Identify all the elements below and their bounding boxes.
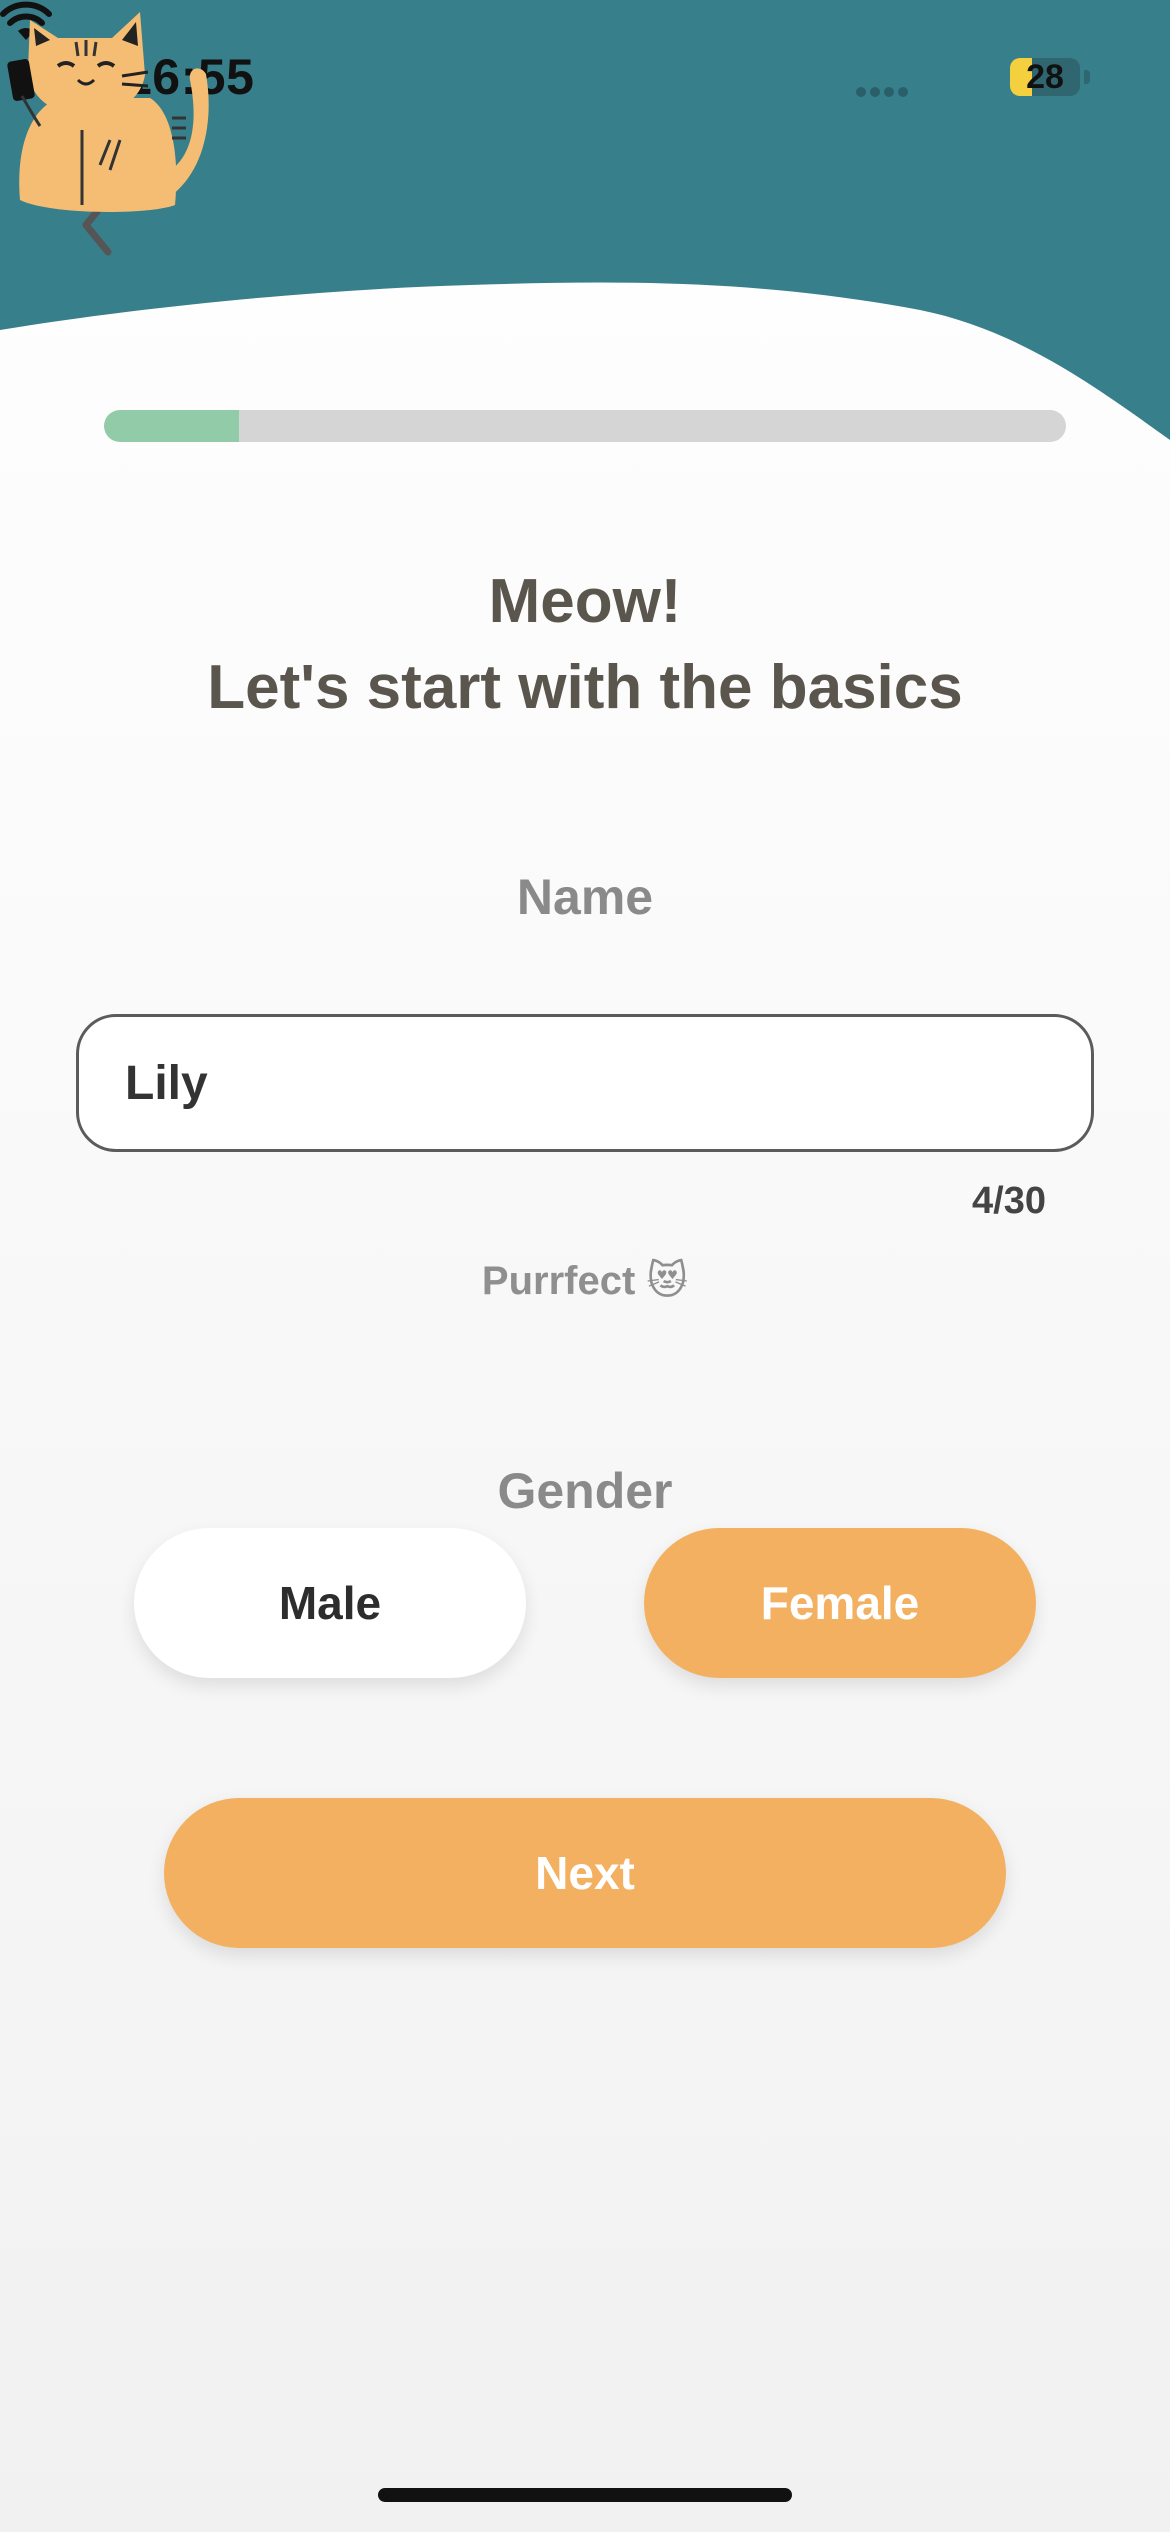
onboarding-progress-bar: [104, 410, 1066, 442]
home-indicator: [378, 2488, 792, 2502]
char-counter: 4/30: [972, 1180, 1046, 1222]
title-line-1: Meow!: [488, 567, 682, 636]
name-hint: Purrfect 😻: [481, 1259, 689, 1303]
cellular-signal-icon: [856, 84, 916, 97]
gender-female-button[interactable]: Female: [644, 1528, 1036, 1678]
next-button[interactable]: Next: [164, 1798, 1006, 1948]
battery-level: 28: [1026, 58, 1064, 96]
gender-male-button[interactable]: Male: [134, 1528, 526, 1678]
battery-indicator: 28: [1010, 58, 1080, 96]
header-banner: 16:55 28: [0, 0, 1170, 460]
title-line-2: Let's start with the basics: [207, 653, 963, 722]
battery-tip: [1084, 70, 1090, 84]
progress-fill: [104, 410, 239, 442]
gender-label: Gender: [497, 1463, 673, 1519]
name-label: Name: [516, 869, 654, 925]
cat-mascot-icon: [7, 12, 209, 212]
name-input[interactable]: [76, 1014, 1094, 1152]
